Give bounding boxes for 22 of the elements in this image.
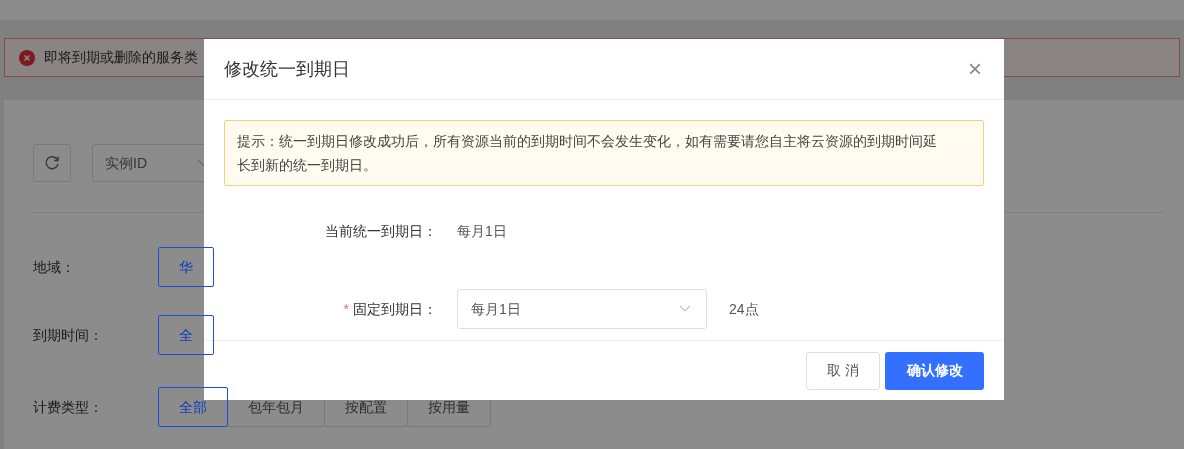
required-mark: * — [343, 299, 349, 319]
confirm-button[interactable]: 确认修改 — [885, 351, 984, 390]
filter-label: 计费类型： — [33, 397, 104, 417]
field-value: 每月1日 — [457, 221, 507, 241]
filter-option[interactable]: 全 — [158, 315, 214, 355]
filter-label: 到期时间： — [33, 325, 104, 345]
chevron-down-icon — [679, 305, 691, 313]
field-label: 当前统一到期日： — [325, 221, 437, 241]
due-day-select[interactable]: 每月1日 — [457, 289, 707, 329]
field-label: 固定到期日： — [353, 299, 437, 319]
dialog-title: 修改统一到期日 — [224, 57, 350, 81]
error-icon — [19, 49, 35, 66]
filter-label: 地域： — [33, 257, 76, 277]
cancel-button[interactable]: 取 消 — [806, 351, 880, 390]
refresh-button[interactable] — [33, 144, 71, 182]
alert-text: 即将到期或删除的服务类 — [44, 48, 198, 67]
refresh-icon — [44, 155, 60, 171]
filter-option[interactable]: 全部 — [158, 387, 228, 427]
field-suffix: 24点 — [729, 299, 759, 319]
notice: 提示：统一到期日修改成功后，所有资源当前的到期时间不会发生变化，如有需要请您自主将云资源的到期时间延长到新的统一到期日。 — [224, 120, 984, 186]
filter-option[interactable]: 华 — [158, 247, 214, 287]
close-button[interactable]: × — [968, 57, 982, 81]
